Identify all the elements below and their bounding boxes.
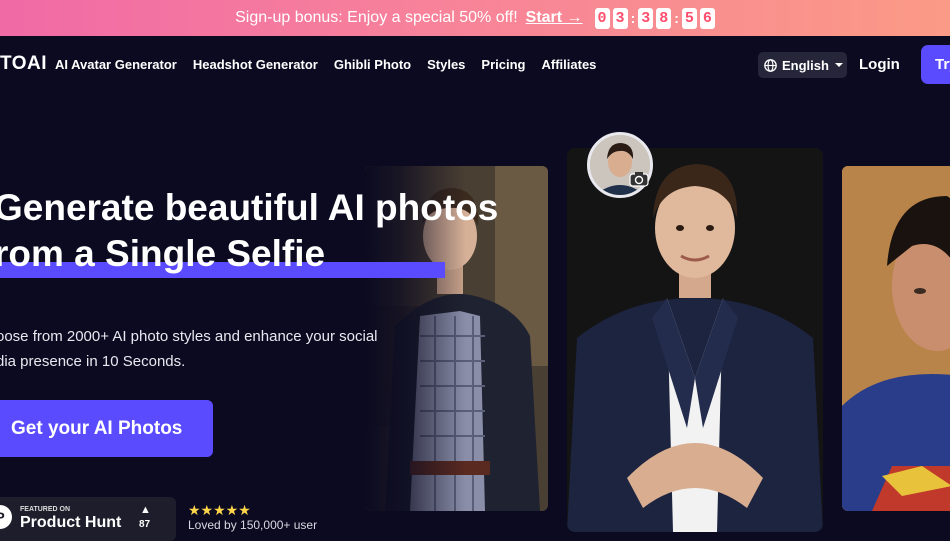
promo-banner: Sign-up bonus: Enjoy a special 50% off! … [0, 0, 950, 36]
loved-by-text: Loved by 150,000+ user [188, 518, 318, 532]
countdown-digit: 6 [699, 7, 715, 29]
countdown-digit: 5 [681, 7, 697, 29]
product-hunt-name: Product Hunt [20, 514, 122, 531]
headline-line-2: rom a Single Selfie [0, 233, 326, 274]
countdown-digit: 8 [656, 7, 672, 29]
sample-photo-suit [567, 148, 823, 532]
promo-text: Sign-up bonus: Enjoy a special 50% off! [235, 9, 518, 26]
countdown-digit: 3 [612, 7, 628, 29]
rating-stars: ★★★★★ [188, 502, 251, 518]
product-hunt-featured: FEATURED ON [20, 506, 71, 513]
countdown-timer: 0 3 : 3 8 : 5 6 [594, 7, 715, 29]
product-hunt-logo-icon: P [0, 505, 12, 529]
product-hunt-badge[interactable]: P FEATURED ON Product Hunt ▲ 87 [0, 497, 176, 541]
countdown-digit: 0 [594, 7, 610, 29]
nav-item-ghibli-photo[interactable]: Ghibli Photo [334, 57, 411, 72]
upvote-arrow-icon: ▲ [140, 504, 151, 516]
language-label: English [782, 57, 829, 73]
subtext-line-2: dia presence in 10 Seconds. [0, 353, 186, 370]
countdown-digit: 3 [638, 7, 654, 29]
subtext-line-1: oose from 2000+ AI photo styles and enha… [0, 328, 378, 345]
chevron-down-icon [834, 61, 844, 69]
nav-item-styles[interactable]: Styles [427, 57, 465, 72]
get-ai-photos-button[interactable]: Get your AI Photos [0, 400, 213, 457]
site-logo[interactable]: TOAI [0, 53, 47, 75]
nav-item-headshot-generator[interactable]: Headshot Generator [193, 57, 318, 72]
login-link[interactable]: Login [859, 56, 900, 73]
nav-item-pricing[interactable]: Pricing [481, 57, 525, 72]
nav-menu: AI Avatar Generator Headshot Generator G… [55, 57, 596, 72]
promo-start-link[interactable]: Start → [526, 9, 583, 27]
countdown-separator: : [674, 10, 679, 26]
language-selector[interactable]: English [758, 52, 847, 78]
hero-subtext: oose from 2000+ AI photo styles and enha… [0, 324, 406, 374]
globe-icon [764, 58, 777, 72]
countdown-separator: : [630, 10, 636, 26]
top-nav: TOAI AI Avatar Generator Headshot Genera… [0, 36, 950, 94]
headline-line-1: Generate beautiful AI photos [0, 187, 499, 228]
product-hunt-count: 87 [139, 519, 151, 530]
try-button[interactable]: Try [921, 45, 950, 84]
hero-headline: Generate beautiful AI photos rom a Singl… [0, 185, 498, 277]
nav-item-affiliates[interactable]: Affiliates [542, 57, 597, 72]
nav-item-ai-avatar-generator[interactable]: AI Avatar Generator [55, 57, 177, 72]
camera-icon [629, 171, 649, 187]
selfie-avatar [587, 132, 653, 198]
sample-photo-superhero [842, 166, 950, 511]
